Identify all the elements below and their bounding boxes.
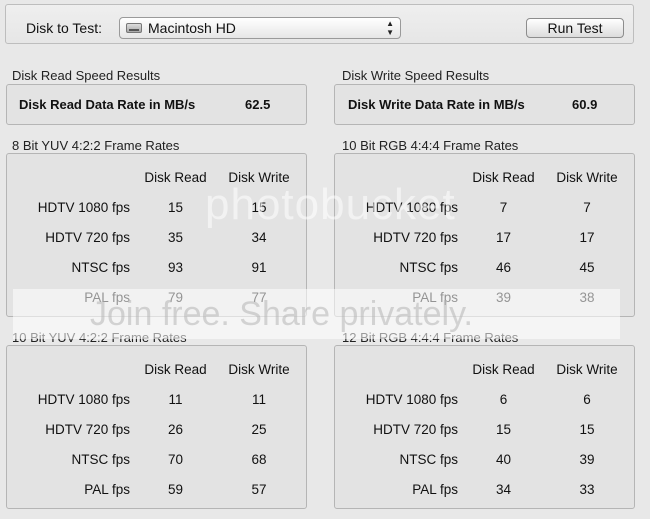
read-value: 26	[167, 421, 184, 437]
up-down-arrows-icon: ▲ ▼	[386, 19, 394, 37]
disk-select-value: Macintosh HD	[148, 20, 236, 36]
row-label: HDTV 1080 fps	[37, 391, 130, 407]
read-value: 17	[495, 229, 512, 245]
frame-rate-table: Disk Read Disk Write HDTV 1080 fps 7 7 H…	[348, 162, 625, 312]
table-row: NTSC fps 93 91	[20, 252, 297, 282]
panel-title: 10 Bit YUV 4:2:2 Frame Rates	[12, 330, 187, 345]
write-value: 17	[579, 229, 595, 245]
table-row: PAL fps 39 38	[348, 282, 625, 312]
row-label: NTSC fps	[399, 451, 458, 467]
panel-title: 10 Bit RGB 4:4:4 Frame Rates	[342, 138, 519, 153]
table-row: HDTV 1080 fps 7 7	[348, 192, 625, 222]
write-results-box: Disk Write Data Rate in MB/s 60.9	[334, 84, 635, 125]
row-label: HDTV 1080 fps	[365, 391, 458, 407]
write-value: 34	[251, 229, 267, 245]
write-value: 15	[251, 199, 267, 215]
read-value: 6	[499, 391, 508, 407]
write-rate-label: Disk Write Data Rate in MB/s	[348, 97, 525, 112]
table-row: NTSC fps 40 39	[348, 444, 625, 474]
read-value: 7	[499, 199, 508, 215]
read-value: 93	[167, 259, 184, 275]
row-label: NTSC fps	[71, 259, 130, 275]
read-rate-label: Disk Read Data Rate in MB/s	[19, 97, 196, 112]
read-value: 15	[495, 421, 512, 437]
write-value: 7	[583, 199, 591, 215]
row-label: NTSC fps	[71, 451, 130, 467]
read-value: 11	[168, 391, 183, 407]
table-row: HDTV 1080 fps 11 11	[20, 384, 297, 414]
col-header-write: Disk Write	[228, 361, 290, 377]
col-header-write: Disk Write	[556, 361, 618, 377]
run-test-button[interactable]: Run Test	[526, 18, 624, 38]
read-value: 79	[167, 289, 184, 305]
row-label: HDTV 720 fps	[373, 421, 458, 437]
table-row: NTSC fps 46 45	[348, 252, 625, 282]
panel-title: 12 Bit RGB 4:4:4 Frame Rates	[342, 330, 519, 345]
write-value: 39	[579, 451, 595, 467]
write-value: 91	[251, 259, 267, 275]
write-value: 57	[251, 481, 267, 497]
read-value: 70	[167, 451, 184, 467]
write-results-title: Disk Write Speed Results	[342, 68, 490, 83]
read-value: 34	[495, 481, 512, 497]
row-label: HDTV 720 fps	[45, 229, 130, 245]
disk-select-popup[interactable]: Macintosh HD ▲ ▼	[119, 17, 401, 39]
write-value: 33	[579, 481, 595, 497]
row-label: NTSC fps	[399, 259, 458, 275]
table-row: HDTV 720 fps 17 17	[348, 222, 625, 252]
write-rate-value: 60.9	[572, 97, 598, 112]
panel-title: 8 Bit YUV 4:2:2 Frame Rates	[12, 138, 180, 153]
table-row: PAL fps 59 57	[20, 474, 297, 504]
col-header-read: Disk Read	[472, 169, 535, 185]
read-rate-value: 62.5	[245, 97, 271, 112]
table-row: HDTV 1080 fps 6 6	[348, 384, 625, 414]
read-value: 35	[167, 229, 184, 245]
row-label: HDTV 720 fps	[45, 421, 130, 437]
write-value: 15	[579, 421, 595, 437]
row-label: HDTV 720 fps	[373, 229, 458, 245]
table-row: PAL fps 79 77	[20, 282, 297, 312]
write-value: 25	[251, 421, 267, 437]
read-value: 40	[495, 451, 512, 467]
read-value: 46	[495, 259, 512, 275]
read-value: 59	[167, 481, 184, 497]
row-label: PAL fps	[84, 289, 130, 305]
frame-rate-table: Disk Read Disk Write HDTV 1080 fps 6 6 H…	[348, 354, 625, 504]
row-label: PAL fps	[84, 481, 130, 497]
row-label: PAL fps	[412, 481, 458, 497]
table-row: HDTV 720 fps 35 34	[20, 222, 297, 252]
read-results-title: Disk Read Speed Results	[12, 68, 161, 83]
write-value: 77	[251, 289, 267, 305]
col-header-read: Disk Read	[144, 169, 207, 185]
write-value: 6	[583, 391, 591, 407]
write-value: 45	[579, 259, 595, 275]
write-value: 11	[251, 391, 266, 407]
col-header-write: Disk Write	[556, 169, 618, 185]
toolbar: Disk to Test: Macintosh HD ▲ ▼ Run Test	[5, 4, 634, 44]
row-label: HDTV 1080 fps	[37, 199, 130, 215]
hard-drive-icon	[126, 23, 142, 33]
table-row: HDTV 1080 fps 15 15	[20, 192, 297, 222]
table-row: HDTV 720 fps 26 25	[20, 414, 297, 444]
frame-rate-table: Disk Read Disk Write HDTV 1080 fps 11 11…	[20, 354, 297, 504]
disk-to-test-label: Disk to Test:	[26, 20, 102, 36]
read-results-box: Disk Read Data Rate in MB/s 62.5	[6, 84, 307, 125]
table-row: NTSC fps 70 68	[20, 444, 297, 474]
row-label: HDTV 1080 fps	[365, 199, 458, 215]
read-value: 39	[495, 289, 512, 305]
frame-rate-table: Disk Read Disk Write HDTV 1080 fps 15 15…	[20, 162, 297, 312]
col-header-read: Disk Read	[472, 361, 535, 377]
table-row: HDTV 720 fps 15 15	[348, 414, 625, 444]
row-label: PAL fps	[412, 289, 458, 305]
col-header-read: Disk Read	[144, 361, 207, 377]
write-value: 68	[251, 451, 267, 467]
write-value: 38	[579, 289, 595, 305]
col-header-write: Disk Write	[228, 169, 290, 185]
read-value: 15	[167, 199, 184, 215]
table-row: PAL fps 34 33	[348, 474, 625, 504]
